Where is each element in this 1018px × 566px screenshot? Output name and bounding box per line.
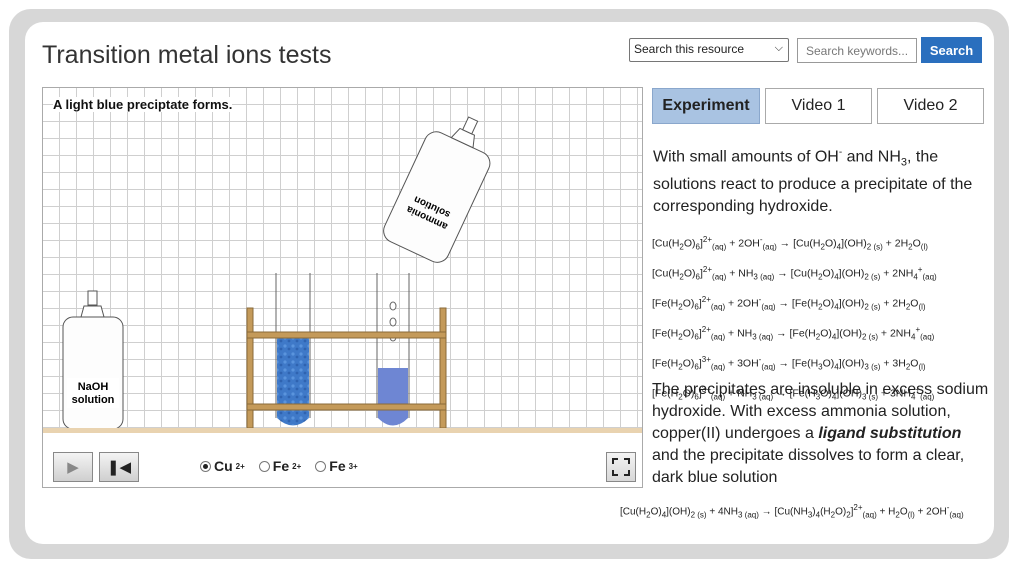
reset-button[interactable]: ❚◀ (99, 452, 139, 482)
radio-cu2[interactable]: Cu 2+ (200, 458, 245, 474)
radio-label-fe2: Fe (272, 458, 290, 474)
radio-label-fe3: Fe (329, 458, 346, 474)
radio-fe3[interactable]: Fe 3+ (315, 458, 358, 474)
tab-video-2[interactable]: Video 2 (877, 88, 984, 124)
lab-scene: NaOH solution ammonia solution (62, 104, 505, 430)
fullscreen-icon (612, 458, 630, 476)
equation-5: [Fe(H2O)6]3+(aq) + 3OH-(aq) → [Fe(H3O)4]… (652, 355, 926, 372)
equation-1: [Cu(H2O)6]2+(aq) + 2OH-(aq) → [Cu(H2O)4]… (652, 235, 928, 252)
naoh-label-line2: solution (72, 394, 115, 406)
search-input[interactable] (797, 38, 917, 63)
equation-3: [Fe(H2O)6]2+(aq) + 2OH-(aq) → [Fe(H2O)4]… (652, 295, 926, 312)
play-button[interactable]: ▶ (53, 452, 93, 482)
equation-2: [Cu(H2O)6]2+(aq) + NH3 (aq) → [Cu(H2O)4]… (652, 265, 937, 282)
ion-selector: Cu 2+ Fe 2+ Fe 3+ (200, 458, 358, 474)
test-tube-solution[interactable] (376, 273, 410, 426)
intro-text: With small amounts of OH- and NH3, the s… (653, 147, 973, 215)
play-icon: ▶ (67, 459, 79, 476)
radio-dot-fe2[interactable] (258, 460, 270, 472)
radio-charge-cu2: 2+ (235, 461, 245, 471)
test-tube-copper[interactable] (275, 273, 311, 426)
fullscreen-button[interactable] (606, 452, 636, 482)
radio-fe2[interactable]: Fe 2+ (258, 458, 302, 474)
skip-back-icon: ❚◀ (106, 459, 132, 476)
simulation-panel[interactable]: A light blue preciptate forms. NaOH solu… (42, 87, 643, 488)
radio-charge-fe2: 2+ (292, 461, 302, 471)
search-scope-select[interactable]: Search this resource ⌵ (629, 38, 789, 62)
radio-charge-fe3: 3+ (348, 461, 358, 471)
equation-4: [Fe(H2O)6]2+(aq) + NH3 (aq) → [Fe(H2O)4]… (652, 325, 935, 342)
excess-text: The precipitates are insoluble in excess… (652, 381, 989, 486)
radio-dot-fe3[interactable] (315, 460, 327, 472)
search-scope-value: Search this resource (634, 42, 745, 56)
rack-bars (246, 331, 447, 411)
naoh-bottle[interactable]: NaOH solution (62, 290, 124, 430)
radio-dot-cu2[interactable] (200, 460, 211, 472)
equation-ligand-substitution: [Cu(H2O)4](OH)2 (s) + 4NH3 (aq) → [Cu(NH… (620, 503, 964, 520)
page-title: Transition metal ions tests (42, 41, 332, 69)
search-button[interactable]: Search (921, 37, 982, 63)
tab-experiment[interactable]: Experiment (652, 88, 760, 124)
tab-video-1[interactable]: Video 1 (765, 88, 872, 124)
radio-label-cu2: Cu (214, 458, 233, 474)
ammonia-bottle[interactable]: ammonia solution (380, 104, 505, 266)
naoh-label-line1: NaOH (78, 381, 109, 393)
simulation-controls: ▶ ❚◀ Cu 2+ Fe 2+ Fe 3+ (43, 433, 642, 487)
chevron-down-icon: ⌵ (774, 42, 783, 54)
